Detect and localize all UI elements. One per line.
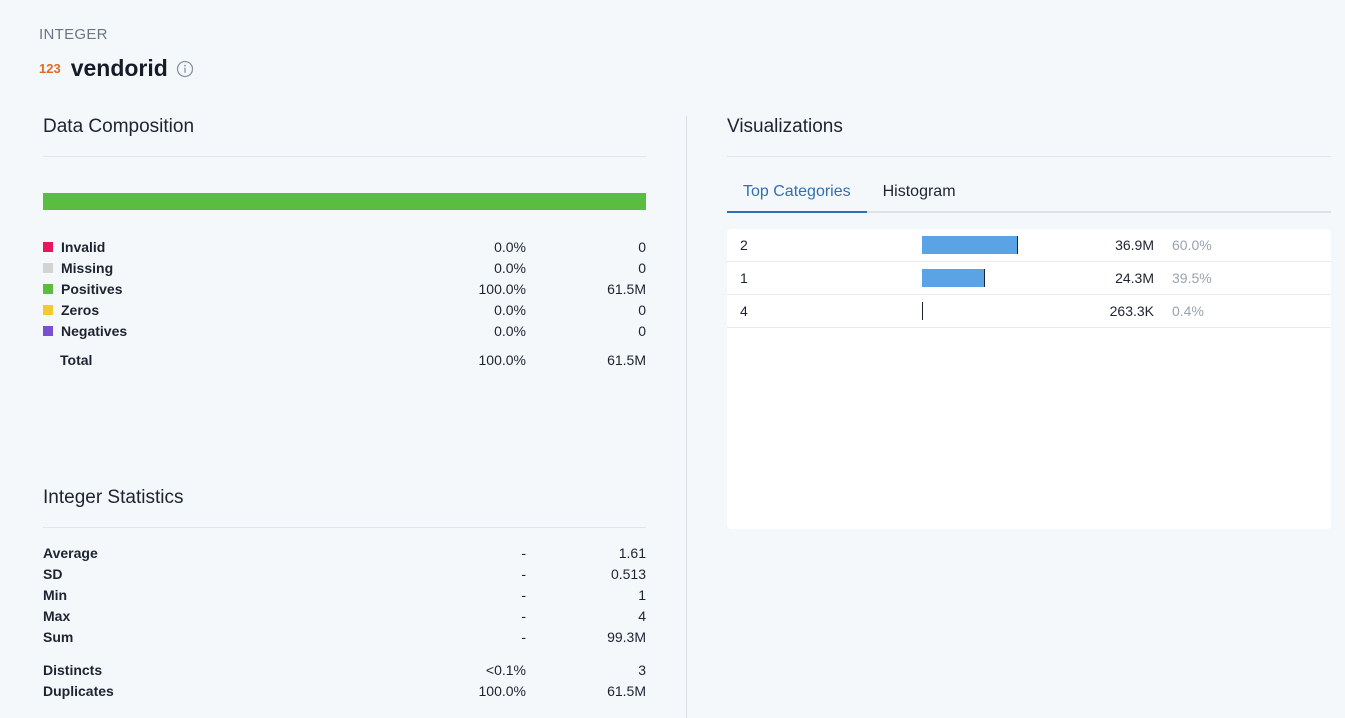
statistic-percent: - — [521, 607, 526, 624]
statistic-label: SD — [43, 565, 63, 582]
composition-percent: 0.0% — [494, 322, 526, 339]
statistic-percent: - — [521, 544, 526, 561]
integer-type-icon: 123 — [39, 61, 61, 76]
category-row[interactable]: 2 36.9M 60.0% — [727, 229, 1331, 262]
composition-label: Missing — [61, 259, 114, 276]
data-composition-section: Data Composition Invalid 0.0% 0 Missing 0.0%… — [43, 116, 646, 370]
composition-bar — [43, 193, 646, 210]
total-percent: 100.0% — [478, 351, 526, 368]
category-percent: 60.0% — [1172, 237, 1212, 253]
column-type-label: INTEGER — [39, 26, 108, 43]
statistic-row: Sum - 99.3M — [43, 626, 646, 647]
visualizations-title: Visualizations — [727, 116, 1331, 157]
top-categories-panel: 2 36.9M 60.0% 1 24.3M 39.5% 4 263.3K 0.4% — [727, 229, 1331, 529]
category-count: 24.3M — [1115, 270, 1154, 286]
column-title-row: 123 vendorid — [39, 55, 194, 82]
category-bar — [922, 236, 1018, 254]
total-label: Total — [60, 351, 93, 368]
composition-label: Invalid — [61, 238, 106, 255]
composition-percent: 0.0% — [494, 259, 526, 276]
category-bar-track — [922, 269, 1082, 287]
visualizations-section: Visualizations Top Categories Histogram 2… — [727, 116, 1331, 529]
statistic-value: 3 — [638, 661, 646, 678]
composition-row: Missing 0.0% 0 — [43, 257, 646, 278]
info-icon[interactable] — [176, 60, 194, 78]
category-bar-track — [922, 236, 1082, 254]
statistic-percent: - — [521, 565, 526, 582]
category-percent: 39.5% — [1172, 270, 1212, 286]
statistic-value: 4 — [638, 607, 646, 624]
composition-label: Negatives — [61, 322, 128, 339]
statistic-label: Min — [43, 586, 68, 603]
composition-count: 0 — [638, 259, 646, 276]
integer-statistics-section: Integer Statistics Average - 1.61 SD - 0.513 M… — [43, 487, 646, 701]
composition-label: Zeros — [61, 301, 100, 318]
statistic-row: SD - 0.513 — [43, 563, 646, 584]
statistic-label: Duplicates — [43, 682, 114, 699]
statistic-value: 1.61 — [618, 544, 646, 561]
composition-count: 0 — [638, 301, 646, 318]
statistic-label: Average — [43, 544, 98, 561]
category-row[interactable]: 1 24.3M 39.5% — [727, 262, 1331, 295]
statistics-list: Average - 1.61 SD - 0.513 Min - 1 Max - 4 Sum - 99.3M D… — [43, 542, 646, 701]
statistic-percent: - — [521, 586, 526, 603]
statistic-percent: 100.0% — [478, 682, 526, 699]
composition-row: Positives 100.0% 61.5M — [43, 278, 646, 299]
composition-count: 0 — [638, 238, 646, 255]
category-bar — [922, 269, 985, 287]
tab-histogram[interactable]: Histogram — [867, 175, 972, 211]
category-name: 4 — [740, 303, 748, 319]
legend-swatch — [43, 283, 53, 294]
composition-total-row: Total 100.0% 61.5M — [43, 349, 646, 370]
statistic-row: Distincts <0.1% 3 — [43, 659, 646, 680]
panel-divider — [686, 116, 687, 718]
composition-row: Negatives 0.0% 0 — [43, 320, 646, 341]
legend-swatch — [43, 304, 53, 315]
statistic-label: Max — [43, 607, 71, 624]
statistic-value: 99.3M — [607, 628, 646, 645]
statistics-gap — [43, 647, 646, 659]
statistic-value: 61.5M — [607, 682, 646, 699]
column-name: vendorid — [70, 55, 168, 81]
statistic-row: Duplicates 100.0% 61.5M — [43, 680, 646, 701]
category-percent: 0.4% — [1172, 303, 1204, 319]
category-count: 263.3K — [1109, 303, 1154, 319]
statistic-label: Distincts — [43, 661, 103, 678]
composition-percent: 0.0% — [494, 301, 526, 318]
category-bar — [922, 302, 923, 320]
category-bar-track — [922, 302, 1082, 320]
statistic-label: Sum — [43, 628, 74, 645]
visualization-tabs: Top Categories Histogram — [727, 175, 1331, 213]
statistic-value: 1 — [638, 586, 646, 603]
composition-count: 0 — [638, 322, 646, 339]
integer-statistics-title: Integer Statistics — [43, 487, 646, 528]
total-count: 61.5M — [607, 351, 646, 368]
category-name: 1 — [740, 270, 748, 286]
legend-swatch — [43, 262, 53, 273]
composition-row: Invalid 0.0% 0 — [43, 236, 646, 257]
statistic-row: Max - 4 — [43, 605, 646, 626]
composition-label: Positives — [61, 280, 123, 297]
statistic-row: Min - 1 — [43, 584, 646, 605]
legend-swatch — [43, 325, 53, 336]
statistic-percent: <0.1% — [485, 661, 526, 678]
statistic-row: Average - 1.61 — [43, 542, 646, 563]
data-composition-title: Data Composition — [43, 116, 646, 157]
composition-percent: 100.0% — [478, 280, 526, 297]
composition-row: Zeros 0.0% 0 — [43, 299, 646, 320]
legend-swatch — [43, 241, 53, 252]
category-count: 36.9M — [1115, 237, 1154, 253]
category-name: 2 — [740, 237, 748, 253]
category-row[interactable]: 4 263.3K 0.4% — [727, 295, 1331, 328]
tab-top-categories[interactable]: Top Categories — [727, 175, 867, 213]
composition-list: Invalid 0.0% 0 Missing 0.0% 0 Positives 100.0% 6… — [43, 236, 646, 370]
statistic-percent: - — [521, 628, 526, 645]
composition-percent: 0.0% — [494, 238, 526, 255]
composition-count: 61.5M — [607, 280, 646, 297]
statistic-value: 0.513 — [610, 565, 646, 582]
column-header: INTEGER 123 vendorid — [39, 26, 194, 82]
